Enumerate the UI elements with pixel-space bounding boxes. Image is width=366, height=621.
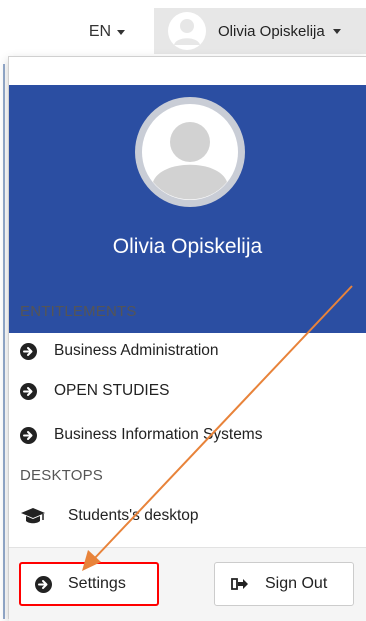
user-name-label: Olivia Opiskelija — [218, 22, 325, 40]
settings-label: Settings — [68, 575, 126, 592]
chevron-down-icon — [117, 29, 126, 35]
desktop-label: Students's desktop — [68, 507, 199, 524]
language-dropdown[interactable]: EN — [72, 14, 142, 50]
profile-full-name: Olivia Opiskelija — [112, 235, 263, 258]
avatar-icon — [135, 97, 245, 207]
entitlement-label: OPEN STUDIES — [54, 382, 170, 399]
entitlement-item[interactable]: Business Information Systems — [20, 423, 262, 447]
graduation-cap-icon — [21, 508, 45, 524]
entitlements-heading: ENTITLEMENTS — [20, 303, 137, 320]
avatar-icon — [168, 12, 206, 50]
circle-arrow-right-icon — [20, 426, 37, 444]
entitlement-label: Business Information Systems — [54, 426, 263, 443]
page-edge-divider — [3, 64, 5, 619]
circle-arrow-right-icon — [35, 575, 52, 593]
chevron-down-icon — [332, 28, 341, 34]
user-dropdown-menu: Olivia Opiskelija ENTITLEMENTS Business … — [8, 56, 366, 621]
sign-out-button[interactable]: Sign Out — [214, 562, 354, 606]
circle-arrow-right-icon — [20, 342, 37, 360]
desktops-heading: DESKTOPS — [20, 467, 104, 484]
user-menu-toggle[interactable]: Olivia Opiskelija — [154, 8, 366, 54]
entitlement-item[interactable]: OPEN STUDIES — [20, 379, 169, 403]
user-profile-header: Olivia Opiskelija — [9, 85, 366, 333]
circle-arrow-right-icon — [20, 382, 37, 400]
language-label: EN — [88, 23, 112, 40]
desktop-item[interactable]: Students's desktop — [20, 504, 199, 528]
sign-out-icon — [231, 578, 248, 590]
menu-footer: Settings Sign Out — [9, 547, 366, 621]
settings-button[interactable]: Settings — [19, 562, 159, 606]
entitlement-label: Business Administration — [54, 342, 219, 359]
top-navbar: EN Olivia Opiskelija — [0, 0, 366, 62]
entitlement-item[interactable]: Business Administration — [20, 339, 219, 363]
sign-out-label: Sign Out — [265, 575, 328, 592]
